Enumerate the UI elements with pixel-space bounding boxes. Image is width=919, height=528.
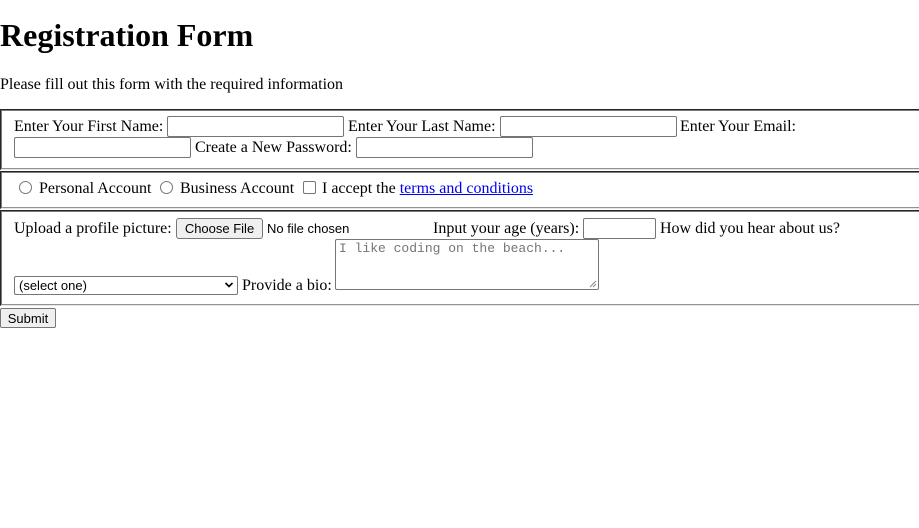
bio-placeholder: I like coding on the beach... (339, 241, 566, 256)
terms-link[interactable]: terms and conditions (400, 180, 533, 197)
business-account-radio[interactable] (160, 181, 173, 194)
last-name-input[interactable] (500, 116, 677, 137)
accept-terms-label: I accept the terms and conditions (322, 181, 533, 197)
referrer-label: How did you hear about us? (660, 220, 840, 237)
profile-picture-label: Upload a profile picture: (14, 220, 172, 237)
last-name-label: Enter Your Last Name: (348, 118, 496, 135)
password-input[interactable] (356, 137, 533, 158)
personal-account-label: Personal Account (39, 180, 152, 197)
accept-terms-prefix: I accept the (322, 180, 396, 197)
first-name-label: Enter Your First Name: (14, 118, 164, 135)
submit-button[interactable]: Submit (0, 308, 56, 328)
referrer-select[interactable]: (select one) (14, 276, 238, 295)
age-input[interactable] (583, 218, 656, 239)
page-subtitle: Please fill out this form with the requi… (0, 76, 344, 93)
password-label: Create a New Password: (195, 139, 352, 156)
resize-grip-icon[interactable] (589, 280, 597, 288)
bio-label: Provide a bio: (242, 277, 332, 294)
first-name-input[interactable] (167, 116, 344, 137)
no-file-chosen-text: No file chosen (267, 221, 350, 236)
email-input[interactable] (14, 137, 191, 158)
bio-textarea[interactable]: I like coding on the beach... (335, 239, 599, 290)
email-label: Enter Your Email: (680, 118, 796, 135)
age-label: Input your age (years): (433, 220, 580, 237)
referrer-selected-value: (select one) (19, 278, 87, 293)
chevron-down-icon (224, 282, 234, 288)
accept-terms-checkbox[interactable] (303, 181, 316, 194)
choose-file-button[interactable]: Choose File (176, 218, 263, 239)
page-title: Registration Form (0, 17, 254, 53)
personal-account-radio[interactable] (19, 181, 32, 194)
business-account-label: Business Account (180, 180, 295, 197)
